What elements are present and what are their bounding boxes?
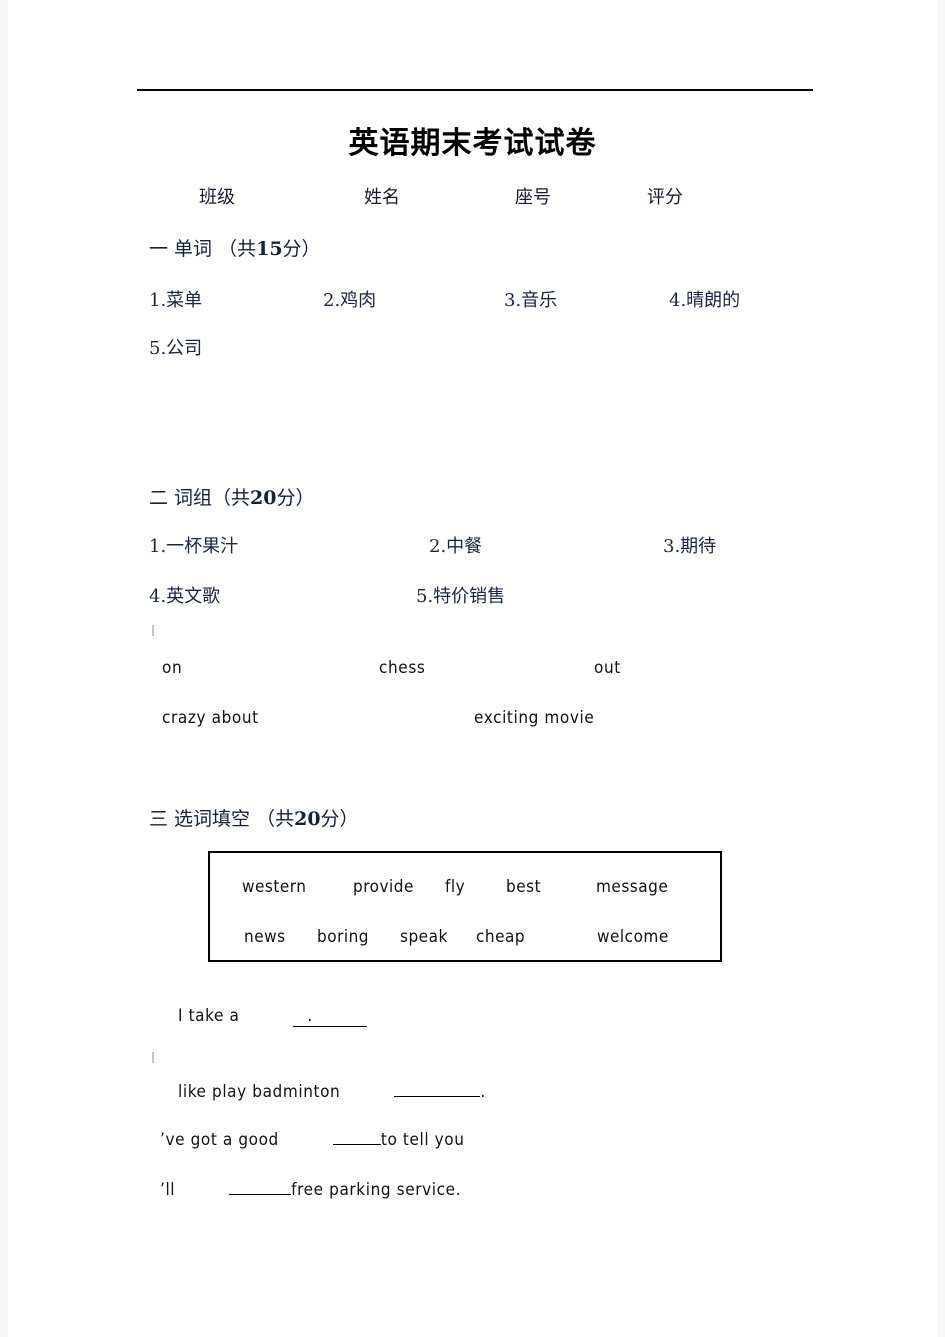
question-4-text-after: free parking service. — [291, 1180, 462, 1200]
section-three-heading-suffix: 分） — [320, 808, 359, 830]
vocab-item: 5.公司 — [149, 338, 203, 359]
word-bank-box: western provide fly best message news bo… — [208, 851, 722, 962]
question-2-blank[interactable] — [394, 1096, 481, 1097]
word-bank-word[interactable]: news — [244, 927, 286, 947]
section-two-heading-suffix: 分） — [276, 487, 315, 509]
vocab-item: 4.晴朗的 — [669, 290, 741, 311]
word-bank-row-2: news boring speak cheap welcome — [210, 927, 724, 953]
question-1-blank[interactable]: . — [293, 1006, 368, 1027]
phrase-item: 3.期待 — [663, 536, 717, 557]
word-bank-word[interactable]: welcome — [597, 927, 669, 947]
scan-artifact-mark — [152, 1052, 154, 1063]
section-three-heading: 三 选词填空 （共20分） — [149, 804, 359, 831]
phrase-item: 1.一杯果汁 — [149, 536, 239, 557]
section-two-row-1: 1.一杯果汁 2.中餐 3.期待 — [149, 532, 849, 562]
section-one-heading-suffix: 分） — [282, 238, 321, 260]
phrase-item: 5.特价销售 — [416, 586, 506, 607]
question-2-period: . — [480, 1082, 486, 1102]
word-bank-word[interactable]: boring — [317, 927, 369, 947]
word-bank-row-1: western provide fly best message — [210, 877, 724, 903]
english-phrase-fragment: out — [594, 658, 621, 678]
question-3-text-before: ’ve got a good — [160, 1130, 279, 1150]
section-one-points: 15 — [256, 238, 283, 260]
section-one-heading: 一 单词 （共15分） — [149, 234, 321, 261]
question-1-period: . — [307, 1006, 313, 1026]
english-phrase-fragment: chess — [379, 658, 426, 678]
section-two-heading-label: 二 词组（共 — [149, 487, 251, 509]
header-rule — [137, 89, 813, 91]
english-phrase-fragment: crazy about — [162, 708, 259, 728]
question-3-blank[interactable] — [332, 1144, 381, 1145]
meta-field-seat-number: 座号 — [515, 187, 551, 208]
word-bank-word[interactable]: message — [596, 877, 668, 897]
english-phrase-fragment: exciting movie — [474, 708, 595, 728]
fill-in-question-2: like play badminton. — [178, 1082, 486, 1110]
section-two-english-row-2: crazy about exciting movie — [160, 708, 860, 736]
section-three-heading-label: 三 选词填空 （共 — [149, 808, 295, 830]
vocab-item: 3.音乐 — [504, 290, 558, 311]
section-one-row-1: 1.菜单 2.鸡肉 3.音乐 4.晴朗的 — [149, 286, 849, 316]
phrase-item: 4.英文歌 — [149, 586, 221, 607]
question-3-text-after: to tell you — [380, 1130, 465, 1150]
page-title: 英语期末考试试卷 — [348, 126, 597, 161]
section-two-row-2: 4.英文歌 5.特价销售 — [149, 582, 849, 612]
section-three-points: 20 — [294, 808, 321, 830]
fill-in-question-1: I take a. — [178, 1006, 368, 1034]
meta-field-class: 班级 — [199, 187, 235, 208]
section-one-row-2: 5.公司 — [149, 334, 849, 364]
section-two-points: 20 — [250, 487, 277, 509]
meta-field-name: 姓名 — [364, 187, 400, 208]
word-bank-word[interactable]: speak — [400, 927, 448, 947]
section-one-heading-label: 一 单词 （共 — [149, 238, 257, 260]
question-4-blank[interactable] — [229, 1194, 292, 1195]
exam-paper-page: 英语期末考试试卷 班级 姓名 座号 评分 一 单词 （共15分） 1.菜单 2.… — [0, 0, 945, 1337]
fill-in-question-4: ’ll free parking service. — [160, 1180, 461, 1208]
meta-field-score: 评分 — [647, 187, 683, 208]
question-1-text: I take a — [178, 1006, 240, 1026]
scan-artifact-mark — [152, 625, 154, 636]
word-bank-word[interactable]: provide — [353, 877, 414, 897]
fill-in-question-3: ’ve got a good to tell you — [160, 1130, 465, 1158]
question-2-text: like play badminton — [178, 1082, 341, 1102]
english-phrase-fragment: on — [162, 658, 183, 678]
word-bank-word[interactable]: cheap — [476, 927, 525, 947]
section-two-english-row-1: on chess out — [160, 658, 860, 686]
phrase-item: 2.中餐 — [429, 536, 483, 557]
question-4-text-before: ’ll — [160, 1180, 176, 1200]
section-two-heading: 二 词组（共20分） — [149, 483, 315, 510]
word-bank-word[interactable]: fly — [445, 877, 465, 897]
word-bank-word[interactable]: western — [242, 877, 306, 897]
vocab-item: 2.鸡肉 — [323, 290, 377, 311]
word-bank-word[interactable]: best — [506, 877, 541, 897]
vocab-item: 1.菜单 — [149, 290, 203, 311]
student-info-row: 班级 姓名 座号 评分 — [137, 183, 813, 213]
